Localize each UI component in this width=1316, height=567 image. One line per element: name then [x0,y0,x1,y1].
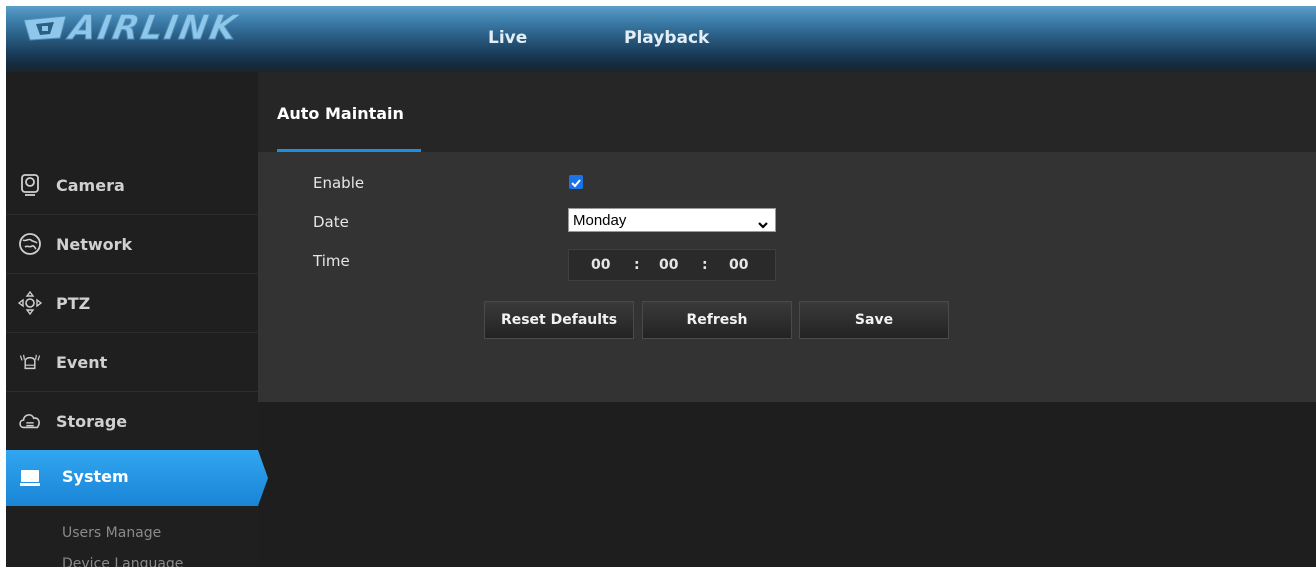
brand-logo: AIRLINK [20,8,242,49]
sidebar-item-storage[interactable]: Storage [6,392,258,451]
active-item-highlight [6,450,268,506]
settings-panel: Auto Maintain Enable Date Monday Time 00… [258,72,1316,402]
sidebar: Camera Network PTZ Event Storage System … [6,72,268,567]
save-button[interactable]: Save [799,301,949,339]
time-separator: : [634,257,640,273]
tab-active-indicator [277,149,421,152]
logo-mark-icon [20,14,70,42]
tab-auto-maintain[interactable]: Auto Maintain [277,72,421,152]
camera-icon [18,173,42,197]
tab-label: Auto Maintain [277,104,404,123]
time-minute-field[interactable]: 00 [659,257,678,273]
alarm-bell-icon [18,350,42,374]
cloud-storage-icon [18,409,42,433]
sidebar-item-network[interactable]: Network [6,215,258,274]
globe-network-icon [18,232,42,256]
date-label: Date [313,213,349,231]
nav-live[interactable]: Live [488,28,527,48]
sidebar-subitem-users-manage[interactable]: Users Manage [62,525,161,541]
date-select[interactable]: Monday [568,208,776,232]
time-label: Time [313,252,350,270]
ptz-arrows-icon [18,291,42,315]
sidebar-item-label: System [62,467,129,486]
date-select-value: Monday [573,212,627,229]
sidebar-item-label: Camera [56,175,125,195]
sidebar-item-label: Event [56,352,108,372]
refresh-button[interactable]: Refresh [642,301,792,339]
top-bar: AIRLINK Live Playback [6,6,1316,72]
sidebar-subitem-device-language[interactable]: Device Language [62,556,183,567]
time-separator: : [702,257,708,273]
chevron-down-icon [757,215,769,234]
sidebar-item-event[interactable]: Event [6,333,258,392]
brand-name: AIRLINK [66,8,242,49]
sidebar-item-label: Storage [56,411,128,431]
monitor-icon [18,466,42,490]
reset-defaults-button[interactable]: Reset Defaults [484,301,634,339]
sidebar-item-label: PTZ [56,293,91,313]
sidebar-item-label: Network [56,234,133,254]
sidebar-item-camera[interactable]: Camera [6,156,258,215]
time-second-field[interactable]: 00 [729,257,748,273]
sidebar-item-ptz[interactable]: PTZ [6,274,258,333]
app-window: AIRLINK Live Playback Camera Network PTZ… [6,6,1316,567]
tab-bar: Auto Maintain [258,72,1316,152]
time-input: 00 : 00 : 00 [568,249,776,281]
checkmark-icon [571,179,581,188]
time-hour-field[interactable]: 00 [591,257,610,273]
sidebar-item-system[interactable]: System [6,450,268,506]
enable-label: Enable [313,174,365,192]
nav-playback[interactable]: Playback [624,28,709,48]
enable-checkbox[interactable] [569,175,583,189]
